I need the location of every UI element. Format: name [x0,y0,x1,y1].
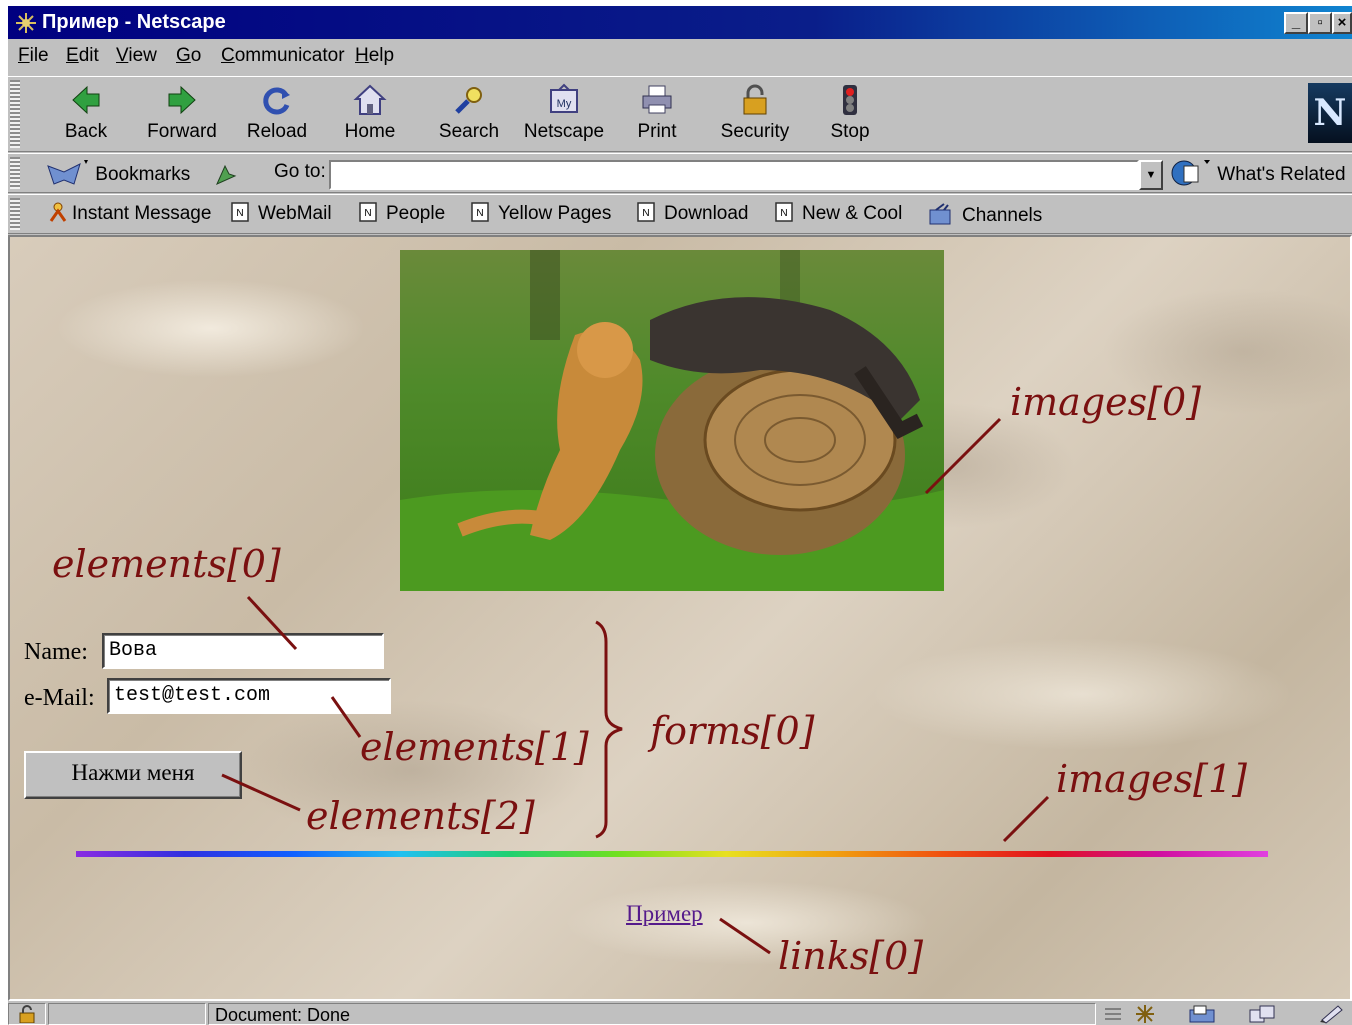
channels-icon [929,203,951,225]
discussion-icon[interactable] [1248,1004,1278,1024]
progress-meter [48,1003,206,1025]
toolbar-grip[interactable] [10,157,20,189]
status-text: Document: Done [208,1003,1096,1025]
svg-text:My: My [557,98,572,110]
annotation-images-1: images[1] [1056,757,1247,801]
my-netscape-button[interactable]: My Netscape [522,81,606,147]
page-content: images[0] elements[0] elements[1] elemen… [8,235,1352,1001]
composer-icon[interactable] [1318,1004,1348,1024]
lock-status-icon [19,1005,35,1023]
bookmark-page-icon: N [637,202,655,222]
forward-button[interactable]: Forward [142,81,222,147]
bookmark-page-icon: N [359,202,377,222]
navigator-icon[interactable] [1134,1004,1156,1024]
back-button[interactable]: Back [56,81,116,147]
new-cool-link[interactable]: N New & Cool [774,202,902,225]
menu-communicator[interactable]: Communicator [221,45,345,67]
location-input[interactable] [329,160,1139,190]
forward-icon [168,85,196,115]
svg-text:N: N [476,208,483,219]
title-bar[interactable]: Пример - Netscape _ ▫ × [8,6,1352,39]
location-toolbar: Bookmarks Go to: ▼ What's Related [8,153,1352,193]
svg-text:N: N [236,208,243,219]
location-dropdown-button[interactable]: ▼ [1139,160,1163,190]
menu-go[interactable]: Go [176,45,201,67]
submit-button[interactable]: Нажми меня [24,751,242,799]
my-netscape-icon: My [550,83,578,113]
stop-button[interactable]: Stop [826,81,874,147]
rainbow-divider-image [76,851,1268,857]
email-label: e-Mail: [24,685,95,711]
bookmark-page-icon: N [775,202,793,222]
email-input[interactable]: test@test.com [107,678,391,714]
annotation-elements-1: elements[1] [360,725,589,769]
toolbar-grip[interactable] [10,80,20,148]
bookmarks-icon [47,160,88,185]
svg-text:N: N [780,208,787,219]
close-button[interactable]: × [1332,12,1352,34]
search-icon [455,87,482,114]
menu-bar: File Edit View Go Communicator Help [8,39,1352,74]
navigation-toolbar: Back Forward Reload Home Search My Netsc… [8,76,1352,152]
security-status-box[interactable] [8,1003,46,1025]
security-button[interactable]: Security [716,81,794,147]
forms-brace [595,620,623,839]
maximize-button[interactable]: ▫ [1308,12,1332,34]
name-input[interactable]: Вова [102,633,384,669]
minimize-button[interactable]: _ [1284,12,1308,34]
mailbox-icon[interactable] [1188,1004,1222,1024]
location-icon[interactable] [213,162,239,188]
whats-related-icon [1171,160,1210,186]
netscape-app-icon [16,13,36,33]
whats-related-button[interactable]: What's Related [1168,158,1346,188]
instant-message-button[interactable]: Instant Message [48,202,211,225]
home-icon [353,84,387,115]
menu-edit[interactable]: Edit [66,45,99,67]
status-bar: Document: Done [8,1001,1352,1025]
toolbar-grip[interactable] [10,198,20,230]
component-bar-icon[interactable] [1102,1004,1124,1024]
svg-text:N: N [364,208,371,219]
menu-file[interactable]: File [18,45,49,67]
reload-icon [263,87,290,115]
download-link[interactable]: N Download [636,202,749,225]
svg-text:N: N [642,208,649,219]
webmail-link[interactable]: N WebMail [230,202,332,225]
window-title: Пример - Netscape [42,11,226,33]
menu-view[interactable]: View [116,45,157,67]
name-label: Name: [24,639,88,665]
browser-window: Пример - Netscape _ ▫ × File Edit View G… [8,6,1352,1025]
menu-help[interactable]: Help [355,45,394,67]
home-button[interactable]: Home [340,81,400,147]
yellow-pages-link[interactable]: N Yellow Pages [470,202,611,225]
bookmark-page-icon: N [231,202,249,222]
reload-button[interactable]: Reload [242,81,312,147]
pointer-links-0 [719,917,771,955]
annotation-links-0: links[0] [778,934,924,978]
annotation-images-0: images[0] [1010,380,1201,424]
bookmarks-button[interactable]: Bookmarks [44,158,190,188]
pointer-images-1 [1002,795,1050,843]
instant-message-icon [49,202,67,222]
annotation-forms-0: forms[0] [650,709,815,753]
search-button[interactable]: Search [434,81,504,147]
annotation-elements-2: elements[2] [306,794,535,838]
security-icon [743,84,767,115]
print-button[interactable]: Print [632,81,682,147]
annotation-elements-0: elements[0] [52,542,281,586]
print-icon [642,85,672,114]
people-link[interactable]: N People [358,202,445,225]
netscape-logo[interactable]: N [1308,83,1352,143]
back-icon [72,85,100,115]
bookmark-page-icon: N [471,202,489,222]
goto-label: Go to: [274,161,326,182]
personal-toolbar: Instant Message N WebMail N People N Yellow… [8,194,1352,234]
kitten-raccoon-photo [400,250,944,591]
stop-icon [843,85,857,115]
channels-button[interactable]: Channels [928,202,1042,227]
primer-link[interactable]: Пример [626,901,703,927]
